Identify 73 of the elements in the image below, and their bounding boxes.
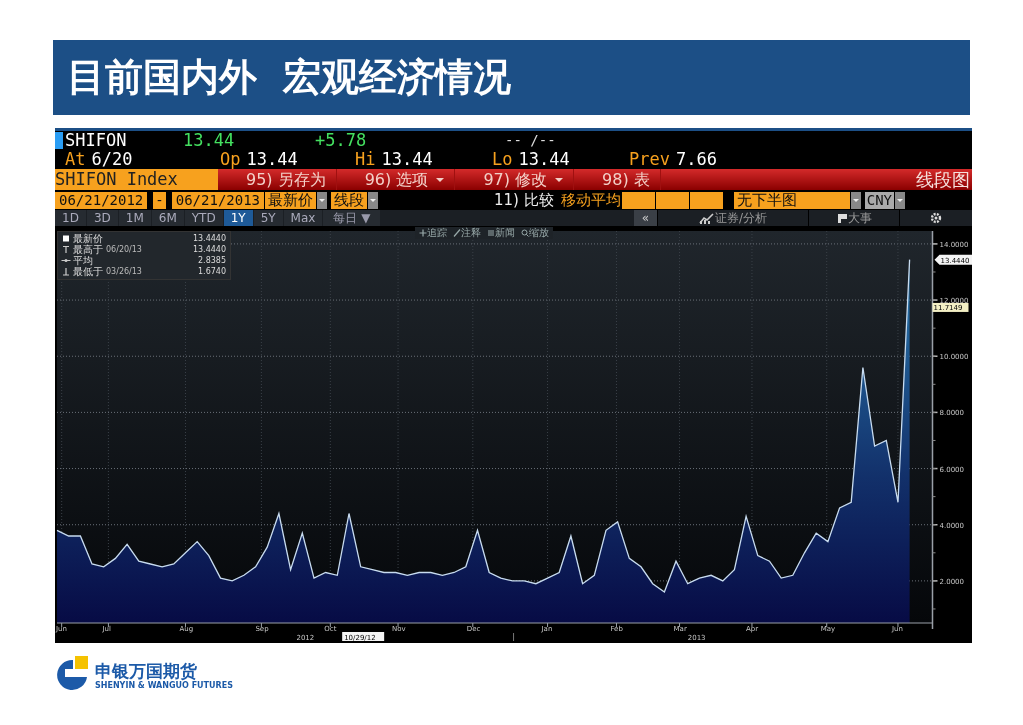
- field-value: 7.66: [675, 149, 717, 169]
- command-button[interactable]: 96) 选项: [336, 169, 456, 190]
- period-tab[interactable]: 1Y: [223, 210, 253, 226]
- legend-label: 最新价: [73, 231, 103, 244]
- field-label: At: [65, 149, 86, 169]
- period-tab[interactable]: Max: [283, 210, 323, 226]
- compare-button[interactable]: 11) 比较: [494, 191, 554, 210]
- plus-icon: [419, 229, 427, 237]
- input-field[interactable]: [621, 192, 655, 209]
- settings-icon: [930, 212, 942, 224]
- input-field[interactable]: [689, 192, 723, 209]
- legend-value: 2.8385: [198, 256, 226, 265]
- period-tab[interactable]: 6M: [151, 210, 184, 226]
- price-field-dropdown[interactable]: 最新价: [265, 192, 317, 209]
- frequency-dropdown[interactable]: 每日 ▼: [323, 210, 381, 226]
- average-marker-icon: [61, 256, 71, 265]
- chart-icon: [698, 212, 715, 224]
- search-icon: [521, 229, 529, 237]
- date-separator: -: [153, 192, 166, 209]
- legend-date: 06/20/13: [106, 245, 142, 254]
- chart-type-dropdown[interactable]: 线段: [331, 192, 368, 209]
- high-marker-icon: [61, 245, 71, 254]
- chart-tool-button[interactable]: 新闻: [487, 226, 515, 240]
- field-value: 13.44: [381, 149, 433, 169]
- legend-value: 13.4440: [192, 245, 226, 254]
- field-label: Hi: [355, 149, 376, 169]
- currency-field[interactable]: CNY: [864, 192, 895, 209]
- price-change: +5.78: [315, 131, 368, 150]
- chart-tool-button[interactable]: 缩放: [521, 226, 549, 240]
- input-field[interactable]: [655, 192, 689, 209]
- list-icon: [487, 229, 495, 237]
- flag-icon: [836, 213, 848, 223]
- start-date-field[interactable]: 06/21/2012: [55, 192, 148, 209]
- chart-tool-button[interactable]: 注释: [453, 226, 481, 240]
- period-tab[interactable]: 1D: [55, 210, 86, 226]
- legend-date: 03/26/13: [106, 267, 142, 276]
- period-tab[interactable]: YTD: [184, 210, 223, 226]
- legend-value: 1.6740: [198, 267, 226, 276]
- events-button[interactable]: 大事: [808, 210, 899, 226]
- moving-average-label: 移动平均: [560, 191, 621, 210]
- field-label: Prev: [629, 149, 670, 169]
- collapse-button[interactable]: «: [633, 210, 657, 226]
- last-price: 13.44: [183, 131, 236, 150]
- chart-tool-button[interactable]: 追踪: [419, 226, 447, 240]
- period-tab[interactable]: 3D: [86, 210, 118, 226]
- legend-label: 最高于: [73, 242, 103, 255]
- brand-name: 申银万国期货: [95, 660, 198, 681]
- period-tab[interactable]: 1M: [118, 210, 151, 226]
- pen-icon: [453, 229, 461, 237]
- cursor-icon: [55, 131, 63, 149]
- field-value: 13.44: [246, 149, 298, 169]
- brand-subtitle: SHENYIN & WANGUO FUTURES: [95, 680, 233, 690]
- period-tab[interactable]: 5Y: [253, 210, 283, 226]
- view-title: 线段图: [916, 167, 971, 192]
- command-button[interactable]: 98) 表: [574, 169, 661, 190]
- legend-value: 13.4440: [192, 234, 226, 243]
- analysis-button[interactable]: 证券/分析: [657, 210, 808, 226]
- time-text: -- /--: [505, 132, 556, 148]
- command-button[interactable]: 97) 修改: [455, 169, 575, 190]
- field-value: 13.44: [518, 149, 570, 169]
- field-value: 6/20: [91, 149, 133, 169]
- lower-chart-dropdown[interactable]: 无下半图: [733, 192, 850, 209]
- legend-label: 最低于: [73, 265, 103, 279]
- command-button[interactable]: 95) 另存为: [218, 169, 337, 190]
- legend-label: 平均: [73, 254, 93, 266]
- end-date-field[interactable]: 06/21/2013: [171, 192, 265, 209]
- field-label: Op: [220, 149, 241, 169]
- security-name: SHIFON Index: [55, 169, 218, 190]
- ticker-text: SHIFON: [65, 131, 128, 150]
- field-label: Lo: [492, 149, 513, 169]
- low-marker-icon: [61, 267, 71, 276]
- slide-title: 目前国内外 宏观经济情况: [67, 54, 512, 101]
- square-icon: [61, 234, 71, 243]
